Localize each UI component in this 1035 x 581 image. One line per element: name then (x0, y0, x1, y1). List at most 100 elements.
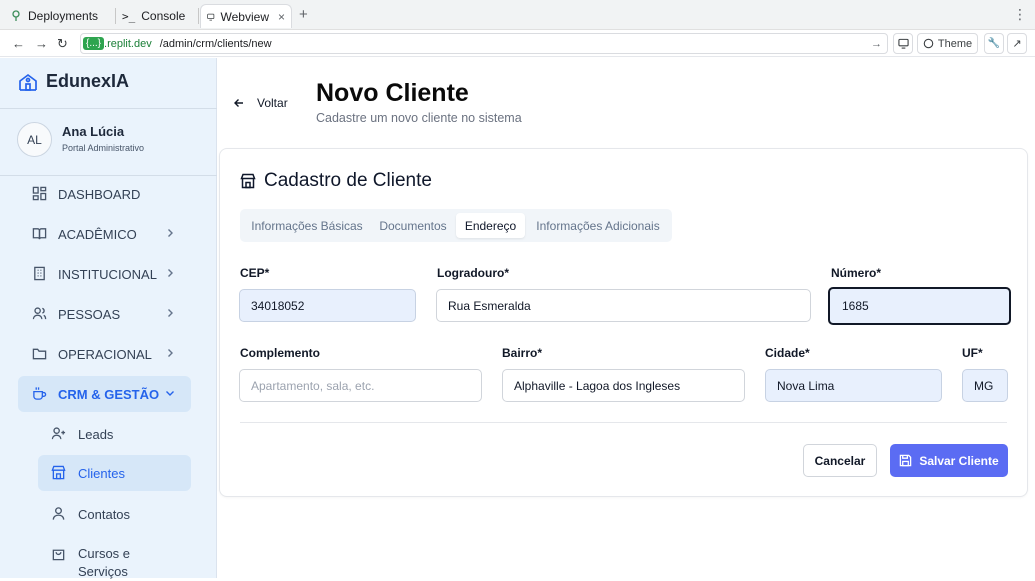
open-external-button[interactable]: ↗ (1007, 33, 1027, 54)
tab-label: Deployments (28, 9, 99, 23)
sidebar-item-label: INSTITUCIONAL (58, 267, 157, 282)
sidebar-item-academico[interactable]: ACADÊMICO (18, 216, 191, 252)
devtools-button[interactable]: 🔧 (984, 33, 1004, 54)
tab-webview[interactable]: Webview × (200, 4, 292, 28)
tab-separator (198, 8, 199, 24)
tab-label: Webview (220, 9, 269, 24)
tab-informacoes-basicas[interactable]: Informações Básicas (245, 213, 369, 238)
sidebar-subitem-leads[interactable]: Leads (38, 416, 191, 452)
logradouro-field[interactable]: Rua Esmeralda (436, 289, 811, 322)
tab-endereco[interactable]: Endereço (456, 213, 525, 238)
sidebar-item-crm-gestao[interactable]: CRM & GESTÃO (18, 376, 191, 412)
tab-deployments[interactable]: Deployments (10, 4, 98, 28)
card-title: Cadastro de Cliente (240, 170, 432, 192)
monitor-icon (207, 13, 215, 21)
monitor-icon (897, 38, 909, 49)
book-open-icon (32, 228, 47, 240)
tab-documentos[interactable]: Documentos (373, 213, 453, 238)
cep-label: CEP* (240, 266, 270, 280)
sidebar-item-label: OPERACIONAL (58, 347, 152, 362)
devices-button[interactable] (893, 33, 913, 54)
logradouro-label: Logradouro* (437, 266, 509, 280)
forward-arrow-icon[interactable]: → (35, 36, 48, 51)
save-client-button[interactable]: Salvar Cliente (890, 444, 1008, 477)
theme-label: Theme (937, 37, 973, 50)
palette-icon (923, 38, 934, 49)
sidebar-subitem-cursos-servicos[interactable]: Cursos e Serviços (38, 536, 191, 580)
sidebar-subitem-label: Contatos (78, 507, 131, 522)
external-link-icon: ↗ (1012, 38, 1022, 50)
chevron-right-icon (168, 309, 173, 317)
chevron-down-icon (166, 391, 174, 396)
tab-console[interactable]: >_ Console (122, 4, 185, 28)
users-icon (32, 307, 47, 320)
url-domain: .replit.dev (104, 37, 152, 50)
shopping-bag-icon (52, 549, 65, 561)
theme-button[interactable]: Theme (917, 33, 978, 54)
complemento-field[interactable]: Apartamento, sala, etc. (239, 369, 482, 402)
sidebar-item-operacional[interactable]: OPERACIONAL (18, 336, 191, 372)
building-icon (34, 266, 45, 281)
sidebar-divider (0, 108, 217, 109)
sidebar-item-institucional[interactable]: INSTITUCIONAL (18, 256, 191, 292)
uf-field[interactable]: MG (962, 369, 1008, 402)
user-role: Portal Administrativo (62, 143, 145, 153)
address-bar: ← → ↻ {...} .replit.dev /admin/crm/clien… (0, 30, 1035, 57)
card-title-text: Cadastro de Cliente (264, 170, 432, 191)
user-name: Ana Lúcia (62, 124, 125, 139)
form-tabs: Informações Básicas Documentos Endereço … (240, 209, 672, 242)
chevron-right-icon (168, 269, 173, 277)
numero-field[interactable]: 1685 (828, 287, 1011, 325)
sidebar: EdunexIA AL Ana Lúcia Portal Administrat… (0, 58, 217, 580)
tab-informacoes-adicionais[interactable]: Informações Adicionais (529, 213, 667, 238)
coffee-icon (33, 387, 47, 400)
deployments-icon (12, 10, 20, 21)
new-tab-icon[interactable]: + (299, 6, 308, 23)
user-icon (52, 507, 65, 520)
avatar[interactable]: AL (17, 122, 52, 157)
close-icon[interactable]: × (278, 10, 285, 24)
sidebar-subitem-label: Clientes (78, 466, 125, 481)
cidade-field[interactable]: Nova Lima (765, 369, 942, 402)
browser-tab-bar: Deployments >_ Console Webview × + ⋮ (0, 0, 1035, 30)
tab-label: Console (141, 9, 186, 23)
sidebar-subitem-label: Leads (78, 427, 114, 442)
save-icon (900, 454, 912, 467)
bairro-label: Bairro* (502, 346, 543, 360)
form-divider (240, 422, 1007, 423)
reload-icon[interactable]: ↻ (57, 36, 68, 52)
chevron-right-icon (168, 349, 173, 357)
user-plus-icon (51, 427, 66, 440)
store-icon (240, 173, 256, 189)
page-title: Novo Cliente (316, 79, 469, 107)
page-subtitle: Cadastre um novo cliente no sistema (316, 111, 522, 125)
folder-icon (32, 348, 47, 360)
store-icon (51, 465, 66, 480)
sidebar-subitem-contatos[interactable]: Contatos (38, 496, 191, 532)
cancel-button[interactable]: Cancelar (803, 444, 877, 477)
brand-name: EdunexIA (46, 71, 130, 91)
wrench-icon: 🔧 (987, 38, 1001, 49)
go-arrow-icon[interactable]: → (871, 38, 882, 50)
sidebar-item-label: CRM & GESTÃO (58, 387, 160, 402)
save-label: Salvar Cliente (919, 453, 999, 468)
school-icon (19, 73, 37, 91)
arrow-left-icon (234, 99, 243, 107)
sidebar-item-dashboard[interactable]: DASHBOARD (18, 176, 191, 212)
url-path: /admin/crm/clients/new (159, 37, 272, 50)
url-host-badge: {...} (83, 37, 105, 50)
back-arrow-icon[interactable]: ← (12, 36, 25, 51)
sidebar-item-pessoas[interactable]: PESSOAS (18, 296, 191, 332)
bairro-field[interactable]: Alphaville - Lagoa dos Ingleses (502, 369, 745, 402)
back-button[interactable]: Voltar (233, 96, 288, 110)
cep-field[interactable]: 34018052 (239, 289, 416, 322)
brand[interactable]: EdunexIA (18, 71, 129, 92)
sidebar-item-label: ACADÊMICO (58, 227, 137, 242)
sidebar-subitem-clientes[interactable]: Clientes (38, 455, 191, 491)
back-label: Voltar (257, 96, 288, 110)
more-icon[interactable]: ⋮ (1013, 6, 1027, 23)
console-icon: >_ (122, 9, 136, 23)
cidade-label: Cidade* (765, 346, 810, 360)
uf-label: UF* (962, 346, 983, 360)
url-field[interactable]: {...} .replit.dev /admin/crm/clients/new… (80, 33, 888, 54)
